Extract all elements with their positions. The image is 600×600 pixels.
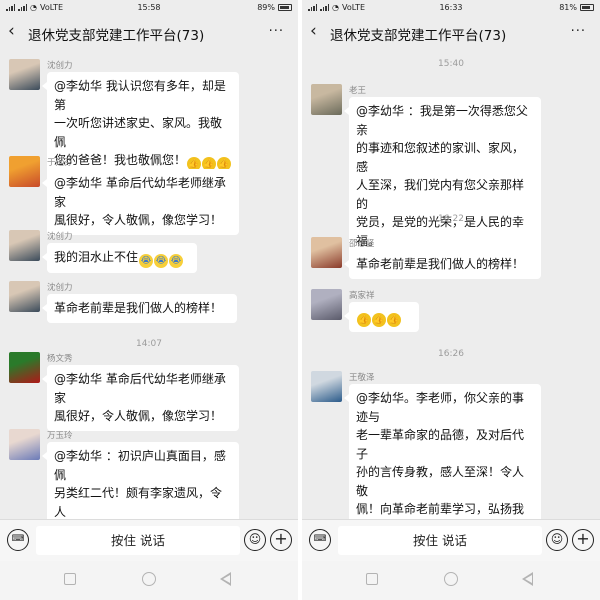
message-text: @李幼华 革命后代幼华老师继承家 — [54, 372, 226, 405]
battery-icon — [580, 4, 594, 11]
thumbs-up-emoji-icon: 👍 — [387, 313, 401, 327]
message-text: 革命老前辈是我们做人的榜样！ — [356, 257, 525, 271]
sender-name: 沈创力 — [47, 61, 73, 71]
message-list: 沈创力 @李幼华 我认识您有多年，却是第 一次听您讲述家史、家风。我敬佩 您的爸爸！我… — [0, 49, 298, 546]
recent-apps-icon[interactable] — [64, 573, 76, 585]
sender-name: 沈创力 — [47, 283, 73, 293]
chat-header: ‹ 退休党支部党建工作平台(73) ··· — [0, 15, 298, 49]
home-icon[interactable] — [142, 572, 156, 586]
status-time: 16:33 — [439, 3, 463, 12]
message-bubble[interactable]: 革命老前辈是我们做人的榜样！ — [344, 250, 541, 279]
chat-title: 退休党支部党建工作平台(73) — [28, 28, 205, 44]
chat-header: ‹ 退休党支部党建工作平台(73) ··· — [302, 15, 600, 49]
message-bubble[interactable]: @李幼华 革命后代幼华老师继承家風很好，令人敬佩，像您学习！ — [42, 169, 239, 235]
sender-name: 邵志竖 — [349, 239, 375, 249]
status-bar: ◔ VoLTE 16:33 81% — [302, 0, 600, 15]
time-separator: 15:40 — [438, 59, 464, 69]
avatar[interactable] — [9, 352, 40, 383]
message-text: 風很好，令人敬佩，像您学习！ — [54, 213, 223, 227]
keyboard-icon[interactable]: ⌨ — [309, 529, 331, 551]
avatar[interactable] — [311, 237, 342, 268]
avatar[interactable] — [9, 59, 40, 90]
sender-name: 王敬泽 — [349, 373, 375, 383]
thumbs-up-emoji-icon: 👍 — [357, 313, 371, 327]
thumbs-up-emoji-icon: 👍 — [372, 313, 386, 327]
battery-percent: 81% — [559, 3, 577, 12]
chat-screen-right: ◔ VoLTE 16:33 81% ‹ 退休党支部党建工作平台(73) ··· … — [302, 0, 600, 600]
message-text: 革命老前辈是我们做人的榜样！ — [54, 301, 223, 315]
message-text: 的事迹和您叙述的家训、家风，感 — [356, 141, 525, 174]
battery-percent: 89% — [257, 3, 275, 12]
message-bubble[interactable]: 革命老前辈是我们做人的榜样！ — [42, 294, 237, 323]
input-bar: ⌨ 按住 说话 ☺ + — [302, 519, 600, 561]
message-text: @李幼华 革命后代幼华老师继承家 — [54, 176, 226, 209]
back-triangle-icon[interactable] — [522, 572, 533, 586]
message-bubble[interactable]: 👍 👍 👍 — [344, 302, 419, 332]
message-text: @李幼华。李老师，你父亲的事迹与 — [356, 391, 525, 424]
time-separator: 16:26 — [438, 349, 464, 359]
message-text: @李幼华 我认识您有多年，却是第 — [54, 79, 226, 112]
message-text: @李幼华 ：初识庐山真面目，感佩 — [54, 449, 226, 482]
plus-icon[interactable]: + — [270, 529, 292, 551]
avatar[interactable] — [9, 429, 40, 460]
avatar[interactable] — [311, 84, 342, 115]
time-separator: 16:22 — [438, 214, 464, 224]
message-bubble[interactable]: @李幼华 我认识您有多年，却是第 一次听您讲述家史、家风。我敬佩您的爸爸！我也敬佩… — [42, 72, 239, 176]
sender-name: 高家祥 — [349, 291, 375, 301]
keyboard-icon[interactable]: ⌨ — [7, 529, 29, 551]
avatar[interactable] — [9, 156, 40, 187]
status-time: 15:58 — [137, 3, 161, 12]
hold-to-talk-button[interactable]: 按住 说话 — [338, 526, 542, 555]
emoji-icon[interactable]: ☺ — [546, 529, 568, 551]
avatar[interactable] — [311, 289, 342, 320]
message-list: 15:40 老王 @李幼华 ：我是第一次得悉您父亲 的事迹和您叙述的家训、家风，感 人至… — [302, 49, 600, 598]
crying-emoji-icon: 😭 — [139, 254, 154, 268]
plus-icon[interactable]: + — [572, 529, 594, 551]
message-text: 我的泪水止不住 — [54, 250, 139, 264]
emoji-icon[interactable]: ☺ — [244, 529, 266, 551]
chat-screen-left: ◔ VoLTE 15:58 89% ‹ 退休党支部党建工作平台(73) ··· … — [0, 0, 298, 600]
battery-icon — [278, 4, 292, 11]
time-separator: 14:07 — [136, 339, 162, 349]
recent-apps-icon[interactable] — [366, 573, 378, 585]
message-bubble[interactable]: 我的泪水止不住 😭 😭 😭 — [42, 243, 197, 273]
message-text: 老一辈革命家的品德，及对后代子 — [356, 428, 525, 461]
message-text: 您的爸爸！我也敬佩您！ — [54, 153, 187, 167]
message-text: 孙的言传身教，感人至深！令人敬 — [356, 465, 525, 498]
system-nav-bar — [0, 561, 298, 600]
back-triangle-icon[interactable] — [220, 572, 231, 586]
message-text: 風很好，令人敬佩，像您学习！ — [54, 409, 223, 423]
message-text: @李幼华 ：我是第一次得悉您父亲 — [356, 104, 528, 137]
sender-name: 杨文秀 — [47, 354, 73, 364]
chevron-left-icon[interactable]: ‹ — [8, 22, 15, 40]
more-icon[interactable]: ··· — [269, 24, 284, 39]
more-icon[interactable]: ··· — [571, 24, 586, 39]
chevron-left-icon[interactable]: ‹ — [310, 22, 317, 40]
system-nav-bar — [302, 561, 600, 600]
chat-title: 退休党支部党建工作平台(73) — [330, 28, 507, 44]
sender-name: 老王 — [349, 86, 367, 96]
message-text: 另类红二代！颇有李家遗风，令人 — [54, 486, 223, 519]
input-bar: ⌨ 按住 说话 ☺ + — [0, 519, 298, 561]
message-bubble[interactable]: @李幼华 革命后代幼华老师继承家風很好，令人敬佩，像您学习！ — [42, 365, 239, 431]
avatar[interactable] — [311, 371, 342, 402]
hold-to-talk-button[interactable]: 按住 说话 — [36, 526, 240, 555]
status-bar: ◔ VoLTE 15:58 89% — [0, 0, 298, 15]
home-icon[interactable] — [444, 572, 458, 586]
avatar[interactable] — [9, 281, 40, 312]
sender-name: 万玉玲 — [47, 431, 73, 441]
sender-name: 沈创力 — [47, 232, 73, 242]
message-text: 人至深，我们党内有您父亲那样的 — [356, 178, 525, 211]
sender-name: 于延芬 — [47, 158, 73, 168]
message-text: 一次听您讲述家史、家风。我敬佩 — [54, 116, 223, 149]
message-bubble[interactable]: @李幼华 ：我是第一次得悉您父亲 的事迹和您叙述的家训、家风，感 人至深，我们党内有… — [344, 97, 541, 274]
crying-emoji-icon: 😭 — [154, 254, 169, 268]
avatar[interactable] — [9, 230, 40, 261]
crying-emoji-icon: 😭 — [169, 254, 184, 268]
